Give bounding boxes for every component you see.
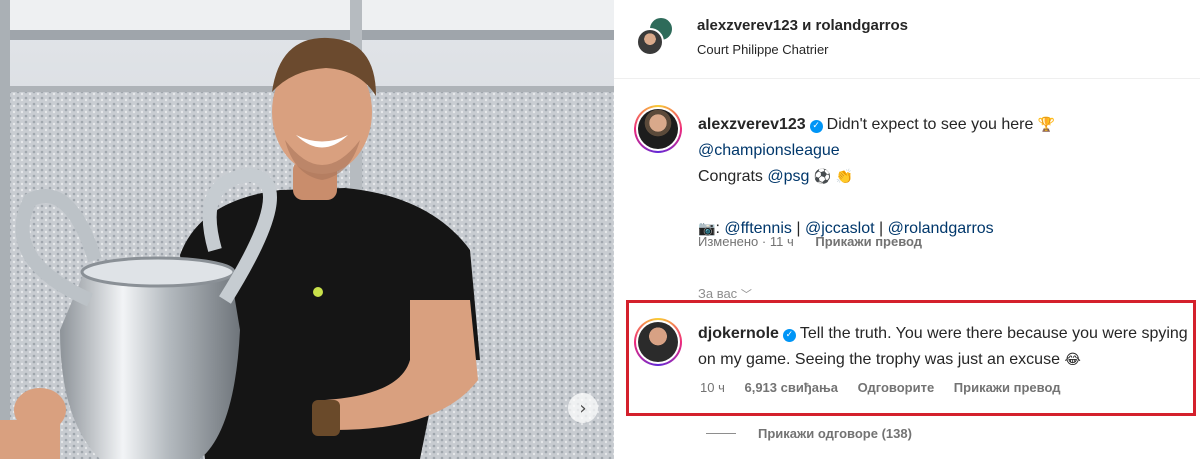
comment-text: djokernole ✓ Tell the truth. You were ther…	[698, 321, 1194, 373]
header-usernames[interactable]: alexzverev123 и rolandgarros	[697, 17, 908, 34]
caption-meta: Изменено · 11 ч Прикажи превод	[698, 234, 940, 249]
post-panel: alexzverev123 и rolandgarros Court Phili…	[614, 0, 1200, 459]
view-replies-label: Прикажи одговоре (138)	[758, 426, 912, 441]
laughing-emoji: 😂	[1064, 352, 1081, 368]
caption-translate-button[interactable]: Прикажи превод	[815, 234, 922, 249]
clap-emoji: 👏	[835, 169, 854, 185]
comment-time: 10 ч	[700, 380, 725, 395]
comment-username[interactable]: djokernole	[698, 325, 779, 342]
mention-psg[interactable]: @psg	[767, 168, 809, 185]
replies-divider	[706, 433, 736, 434]
caption-line1: Didn't expect to see you here	[826, 116, 1034, 133]
verified-badge-icon: ✓	[782, 329, 796, 342]
comment-avatar[interactable]	[634, 318, 682, 366]
caption-avatar[interactable]	[634, 105, 682, 153]
caption-text: alexzverev123 ✓ Didn't expect to see you h…	[698, 112, 1178, 242]
caption-congrats: Congrats	[698, 168, 763, 185]
comment-reply-button[interactable]: Одговорите	[858, 380, 935, 395]
for-you-label: За вас	[698, 286, 738, 301]
comment-translate-button[interactable]: Прикажи превод	[954, 380, 1061, 395]
collab-avatars[interactable]	[634, 14, 678, 58]
comment-likes[interactable]: 6,913 свиђања	[744, 380, 838, 395]
view-replies-button[interactable]: Прикажи одговоре (138)	[706, 426, 912, 441]
caption-username[interactable]: alexzverev123	[698, 116, 806, 133]
chevron-right-icon[interactable]: ›	[568, 393, 598, 423]
caption-edited-time: Изменено · 11 ч	[698, 234, 794, 249]
soccer-ball-emoji: ⚽	[813, 169, 832, 185]
post-photo[interactable]: ›	[0, 0, 614, 459]
comment-meta: 10 ч 6,913 свиђања Одговорите Прикажи пр…	[700, 380, 1077, 395]
mention-championsleague[interactable]: @championsleague	[698, 142, 840, 159]
verified-badge-icon: ✓	[809, 120, 823, 133]
post-location[interactable]: Court Philippe Chatrier	[697, 42, 829, 57]
trophy-emoji: 🏆	[1037, 117, 1056, 133]
post-header: alexzverev123 и rolandgarros Court Phili…	[614, 0, 1200, 72]
photo-illustration	[0, 0, 614, 459]
avatar-alexzverev[interactable]	[636, 28, 664, 56]
header-divider	[614, 78, 1200, 79]
